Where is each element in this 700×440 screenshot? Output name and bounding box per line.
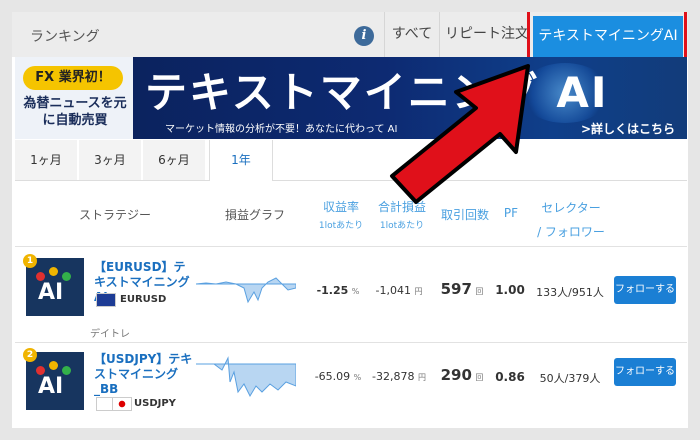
ranking-panel: ランキング i すべて リピート注文 テキストマイニングAI FX 業界初！ 為… [12, 12, 688, 428]
tab-all[interactable]: すべて [384, 12, 439, 57]
selector-follower-count: 50人/379人 [539, 372, 601, 385]
banner-left-panel: FX 業界初！ 為替ニュースを元に自動売買 [15, 57, 133, 139]
pl-graph [196, 356, 296, 398]
pl-number: -32,878 [372, 370, 415, 383]
period-tab-3m[interactable]: 3ヶ月 [79, 140, 141, 180]
follow-button[interactable]: フォローする [614, 358, 676, 386]
row-divider [15, 342, 687, 343]
col-return-sub: 1lotあたり [318, 221, 364, 231]
strategy-logo: AI [26, 352, 84, 410]
highlight-box [527, 12, 687, 60]
period-tab-1m[interactable]: 1ヶ月 [15, 140, 77, 180]
trades-number: 597 [440, 280, 472, 298]
return-number: -65.09 [314, 370, 351, 383]
col-selector: セレクター / フォロワー [531, 196, 611, 244]
col-pl-graph: 損益グラフ [224, 208, 285, 222]
strategy-logo: AI [26, 258, 84, 316]
ranking-title: ランキング [30, 29, 100, 45]
row-divider [15, 246, 687, 247]
logo-text: AI [38, 374, 64, 399]
rank-badge: 1 [23, 254, 37, 268]
pl-graph [196, 277, 296, 304]
col-selector-line1: セレクター [541, 201, 601, 215]
col-return: 収益率 1lotあたり [311, 198, 371, 231]
period-tab-6m[interactable]: 6ヶ月 [143, 140, 205, 180]
logo-dot-yellow [49, 267, 58, 276]
follow-button[interactable]: フォローする [614, 276, 676, 304]
trades-unit: 回 [475, 373, 484, 382]
pf-value: 1.00 [495, 283, 525, 297]
period-tab-1y[interactable]: 1年 [209, 140, 273, 181]
table-header: ストラテジー 損益グラフ 収益率 1lotあたり 合計損益 1lotあたり 取引… [15, 192, 687, 246]
tab-repeat-order[interactable]: リピート注文 [439, 12, 534, 57]
trades-value: 290 回 [432, 366, 492, 384]
logo-dot-green [62, 366, 71, 375]
pl-unit: 円 [417, 373, 426, 382]
return-number: -1.25 [316, 284, 349, 297]
return-value: -65.09 % [308, 370, 368, 383]
jp-flag-icon [112, 397, 132, 411]
eu-flag-icon [96, 293, 116, 307]
currency-pair: USDJPY [134, 398, 176, 409]
banner-subtitle: マーケット情報の分析が不要！あなたに代わって AI [165, 124, 398, 135]
currency-pair: EURUSD [120, 294, 167, 305]
logo-dot-green [62, 272, 71, 281]
trades-value: 597 回 [432, 280, 492, 298]
col-selector-line2: / フォロワー [537, 225, 605, 239]
return-value: -1.25 % [308, 284, 368, 297]
trades-unit: 回 [475, 287, 484, 296]
period-tabs: 1ヶ月 3ヶ月 6ヶ月 1年 [15, 140, 687, 181]
banner-details-link[interactable]: >詳しくはこちら [581, 120, 675, 137]
return-unit: % [351, 287, 360, 296]
pl-number: -1,041 [375, 284, 411, 297]
col-total-pl-sub: 1lotあたり [379, 221, 425, 231]
promo-banner[interactable]: FX 業界初！ 為替ニュースを元に自動売買 テキストマイニング AI マーケット… [15, 57, 687, 139]
info-icon[interactable]: i [354, 26, 374, 46]
industry-first-badge: FX 業界初！ [23, 66, 123, 90]
logo-text: AI [38, 280, 64, 305]
pl-unit: 円 [414, 287, 423, 296]
banner-left-text: 為替ニュースを元に自動売買 [23, 96, 127, 128]
col-strategy: ストラテジー [78, 208, 151, 222]
rank-badge: 2 [23, 348, 37, 362]
pl-value: -32,878 円 [368, 370, 430, 383]
col-return-label: 収益率 [322, 200, 359, 214]
red-arrow-annotation [390, 64, 530, 204]
strategy-name-link[interactable]: 【USDJPY】テキストマイニング_BB [94, 352, 194, 397]
pl-value: -1,041 円 [368, 284, 430, 297]
selector-follower-count: 133人/951人 [536, 286, 604, 299]
trade-style-label: デイトレ [90, 329, 130, 340]
pf-value: 0.86 [495, 370, 525, 384]
return-unit: % [353, 373, 362, 382]
trades-number: 290 [440, 366, 472, 384]
logo-dot-yellow [49, 361, 58, 370]
